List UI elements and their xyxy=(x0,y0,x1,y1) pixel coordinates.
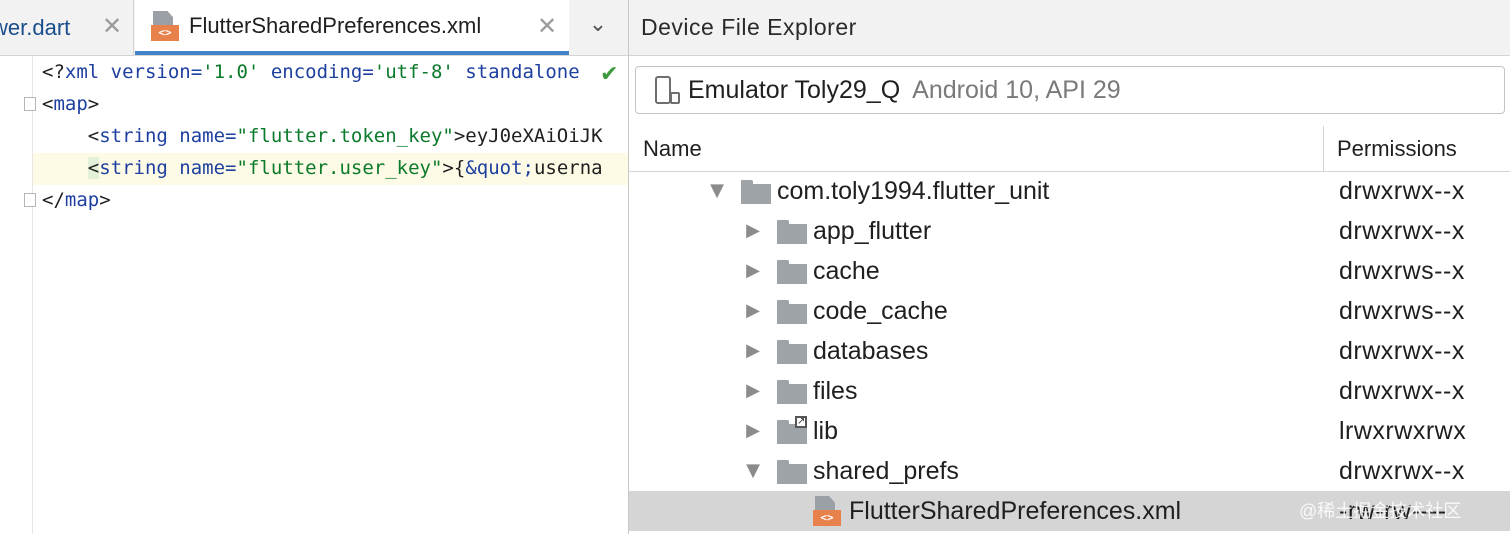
row-permissions: drwxrwx--x xyxy=(1339,177,1465,205)
xml-file-icon: <> xyxy=(813,496,841,526)
collapsed-arrow-icon[interactable]: ▶ xyxy=(743,331,763,371)
code-line-4: <string name="flutter.user_key">{&quot;u… xyxy=(87,157,603,179)
fold-marker-icon[interactable] xyxy=(24,97,36,111)
row-name: databases xyxy=(813,337,929,365)
symlink-folder-icon: ↗ xyxy=(777,416,807,444)
row-name: files xyxy=(813,377,858,405)
code-editor: wer.dart ✕ <> FlutterSharedPreferences.x… xyxy=(0,0,628,534)
row-name: shared_prefs xyxy=(813,457,959,485)
panel-title: Device File Explorer xyxy=(629,0,1510,56)
column-header-name[interactable]: Name xyxy=(643,126,702,172)
row-name: cache xyxy=(813,257,880,285)
device-file-explorer: Device File Explorer Emulator Toly29_Q A… xyxy=(628,0,1510,534)
device-detail: Android 10, API 29 xyxy=(912,75,1121,104)
code-line-5: </map> xyxy=(42,189,111,211)
collapsed-arrow-icon[interactable]: ▶ xyxy=(743,411,763,451)
row-name: com.toly1994.flutter_unit xyxy=(777,177,1050,205)
collapsed-arrow-icon[interactable]: ▶ xyxy=(743,371,763,411)
row-permissions: drwxrwx--x xyxy=(1339,457,1465,485)
tree-row[interactable]: ▶ code_cache drwxrws--x xyxy=(629,291,1510,331)
device-icon xyxy=(652,74,682,106)
editor-tab-bar: wer.dart ✕ <> FlutterSharedPreferences.x… xyxy=(0,0,628,56)
collapsed-arrow-icon[interactable]: ▶ xyxy=(743,291,763,331)
tree-row-selected[interactable]: <> FlutterSharedPreferences.xml -rw-rw--… xyxy=(629,491,1510,531)
row-permissions: lrwxrwxrwx xyxy=(1339,417,1467,445)
tree-row[interactable]: ▶ databases drwxrwx--x xyxy=(629,331,1510,371)
row-permissions: drwxrws--x xyxy=(1339,297,1465,325)
folder-icon xyxy=(777,460,807,484)
tab-dart-file[interactable]: wer.dart ✕ xyxy=(0,0,134,55)
table-header: Name Permissions xyxy=(629,126,1510,172)
row-name: lib xyxy=(813,417,839,445)
xml-file-icon: <> xyxy=(151,10,179,41)
tree-row[interactable]: ▶ ↗ lib lrwxrwxrwx xyxy=(629,411,1510,451)
column-header-permissions[interactable]: Permissions xyxy=(1337,126,1457,172)
row-permissions: drwxrwx--x xyxy=(1339,217,1465,245)
tree-row[interactable]: ▶ files drwxrwx--x xyxy=(629,371,1510,411)
folder-icon xyxy=(777,260,807,284)
file-tree: ▼ com.toly1994.flutter_unit drwxrwx--x ▶… xyxy=(629,171,1510,531)
device-name: Emulator Toly29_Q xyxy=(688,75,901,104)
collapsed-arrow-icon[interactable]: ▶ xyxy=(743,251,763,291)
code-area[interactable]: <?xml version='1.0' encoding='utf-8' sta… xyxy=(42,56,628,216)
tab-label: FlutterSharedPreferences.xml xyxy=(189,12,482,38)
tab-xml-file[interactable]: <> FlutterSharedPreferences.xml ✕ xyxy=(135,0,569,55)
folder-icon xyxy=(777,340,807,364)
row-name: code_cache xyxy=(813,297,948,325)
close-icon[interactable]: ✕ xyxy=(535,14,559,38)
expanded-arrow-icon[interactable]: ▼ xyxy=(707,171,727,211)
row-permissions: drwxrws--x xyxy=(1339,257,1465,285)
chevron-down-icon[interactable]: ⌄ xyxy=(578,12,618,42)
code-line-2: <map> xyxy=(42,93,100,115)
expanded-arrow-icon[interactable]: ▼ xyxy=(743,451,763,491)
tree-row[interactable]: ▶ cache drwxrws--x xyxy=(629,251,1510,291)
tree-row[interactable]: ▶ app_flutter drwxrwx--x xyxy=(629,211,1510,251)
row-name: FlutterSharedPreferences.xml xyxy=(849,497,1182,525)
device-selector[interactable]: Emulator Toly29_Q Android 10, API 29 xyxy=(635,66,1505,114)
tree-row[interactable]: ▼ shared_prefs drwxrwx--x xyxy=(629,451,1510,491)
fold-marker-icon[interactable] xyxy=(24,193,36,207)
row-permissions: drwxrwx--x xyxy=(1339,337,1465,365)
watermark: @稀土掘金技术社区 xyxy=(1299,501,1462,521)
code-line-3: <string name="flutter.token_key">eyJ0eXA… xyxy=(87,125,603,147)
collapsed-arrow-icon[interactable]: ▶ xyxy=(743,211,763,251)
folder-icon xyxy=(777,380,807,404)
close-icon[interactable]: ✕ xyxy=(100,14,124,38)
tree-row[interactable]: ▼ com.toly1994.flutter_unit drwxrwx--x xyxy=(629,171,1510,211)
folder-icon xyxy=(741,180,771,204)
column-divider[interactable] xyxy=(1323,126,1324,172)
folder-icon xyxy=(777,300,807,324)
editor-gutter xyxy=(0,56,36,534)
row-permissions: drwxrwx--x xyxy=(1339,377,1465,405)
row-name: app_flutter xyxy=(813,217,932,245)
folder-icon xyxy=(777,220,807,244)
code-line-1: <?xml version='1.0' encoding='utf-8' sta… xyxy=(42,61,580,83)
tab-label: wer.dart xyxy=(0,14,71,40)
